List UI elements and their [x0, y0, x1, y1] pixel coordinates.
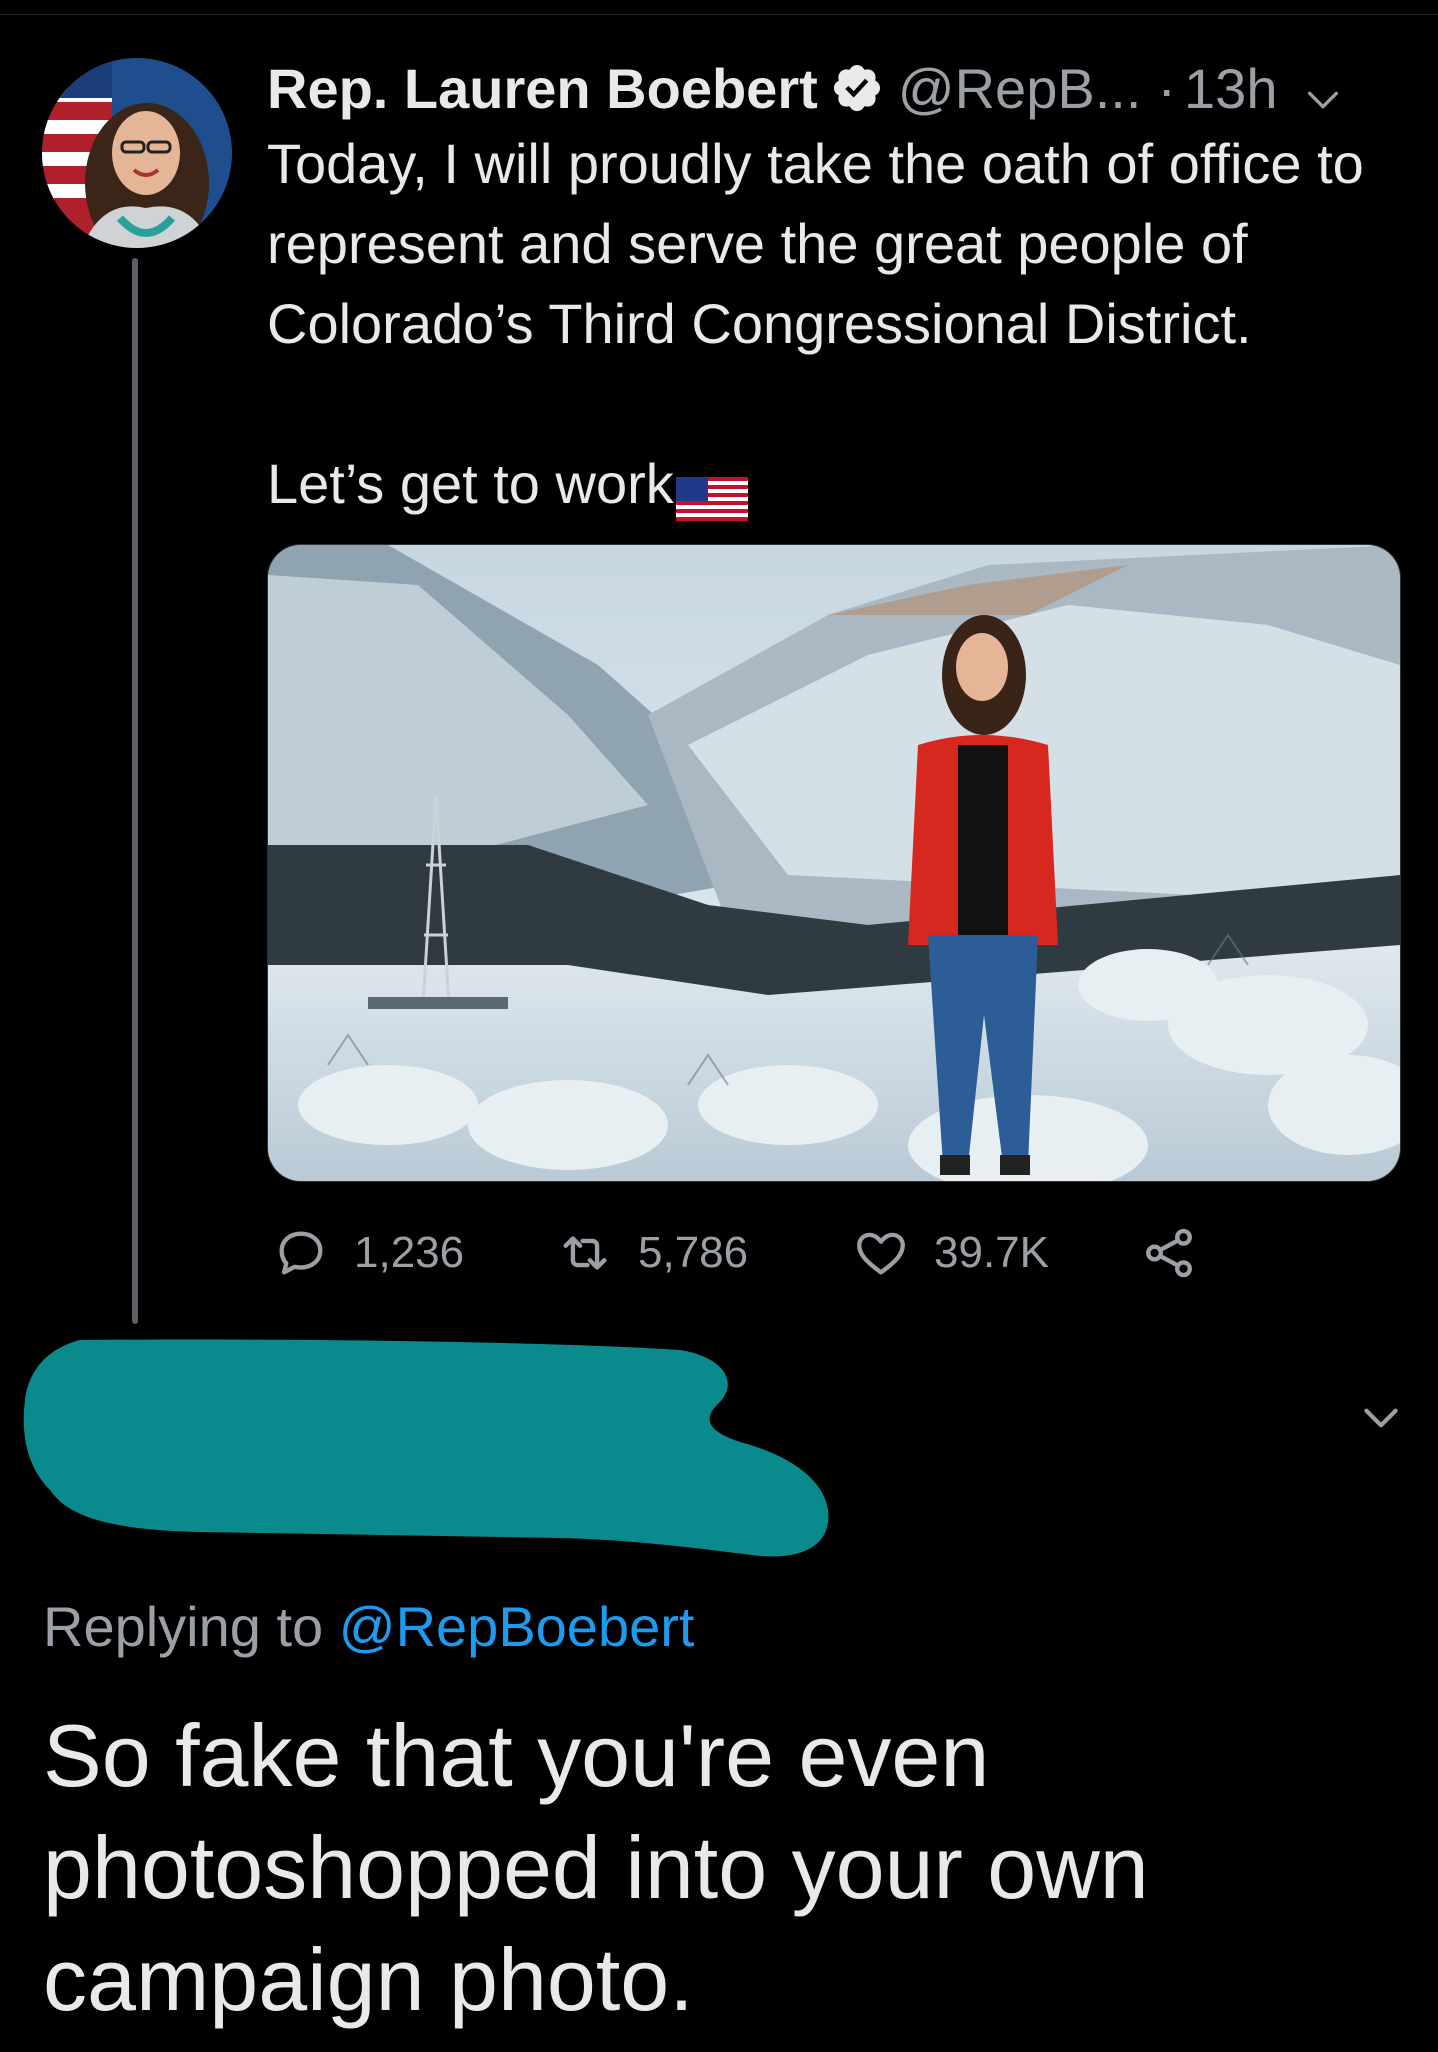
author-name[interactable]: Rep. Lauren Boebert: [267, 56, 818, 121]
header-separator: ·: [1157, 56, 1177, 120]
retweet-button[interactable]: 5,786: [556, 1218, 748, 1288]
reply-text: So fake that you're even photoshopped in…: [43, 1706, 1149, 2029]
top-divider: [0, 0, 1438, 15]
redacted-author-block: [23, 1339, 829, 1557]
retweet-icon: [563, 1236, 607, 1270]
snowy-mountain-photo: [268, 545, 1400, 1181]
tweet-photo[interactable]: [267, 544, 1401, 1182]
share-icon: [1146, 1228, 1192, 1278]
like-button[interactable]: 39.7K: [852, 1218, 1049, 1288]
tweet-header: Rep. Lauren Boebert @RepB... · 13h: [267, 48, 1343, 128]
share-button[interactable]: [1140, 1218, 1222, 1288]
like-count: 39.7K: [934, 1228, 1049, 1277]
reply-button[interactable]: 1,236: [272, 1218, 464, 1288]
tweet-text-paragraph-1: Today, I will proudly take the oath of o…: [267, 132, 1364, 355]
avatar-image: [42, 58, 232, 248]
replying-handle-link[interactable]: @RepBoebert: [339, 1595, 695, 1658]
replying-to-line: Replying to @RepBoebert: [43, 1594, 694, 1659]
us-flag-icon: [675, 462, 748, 521]
tweet-text-paragraph-2: Let’s get to work: [267, 444, 1427, 524]
retweet-count: 5,786: [638, 1228, 749, 1277]
reply-count: 1,236: [354, 1228, 465, 1277]
reply-icon: [279, 1231, 323, 1275]
author-handle[interactable]: @RepB...: [898, 56, 1142, 121]
author-avatar[interactable]: [42, 58, 232, 248]
verified-badge-icon: [830, 61, 884, 115]
like-icon: [857, 1232, 905, 1275]
chevron-down-icon[interactable]: [1303, 68, 1343, 109]
tweet-time[interactable]: 13h: [1184, 56, 1277, 121]
tweet-text: Today, I will proudly take the oath of o…: [267, 124, 1427, 524]
chevron-down-icon[interactable]: [1356, 1392, 1406, 1442]
tweet-actions: 1,236 5,786 39.7K: [272, 1218, 1232, 1288]
replying-prefix: Replying to: [43, 1595, 339, 1658]
tweet-text-line-2: Let’s get to work: [267, 452, 674, 515]
thread-connector-line: [132, 258, 138, 1324]
